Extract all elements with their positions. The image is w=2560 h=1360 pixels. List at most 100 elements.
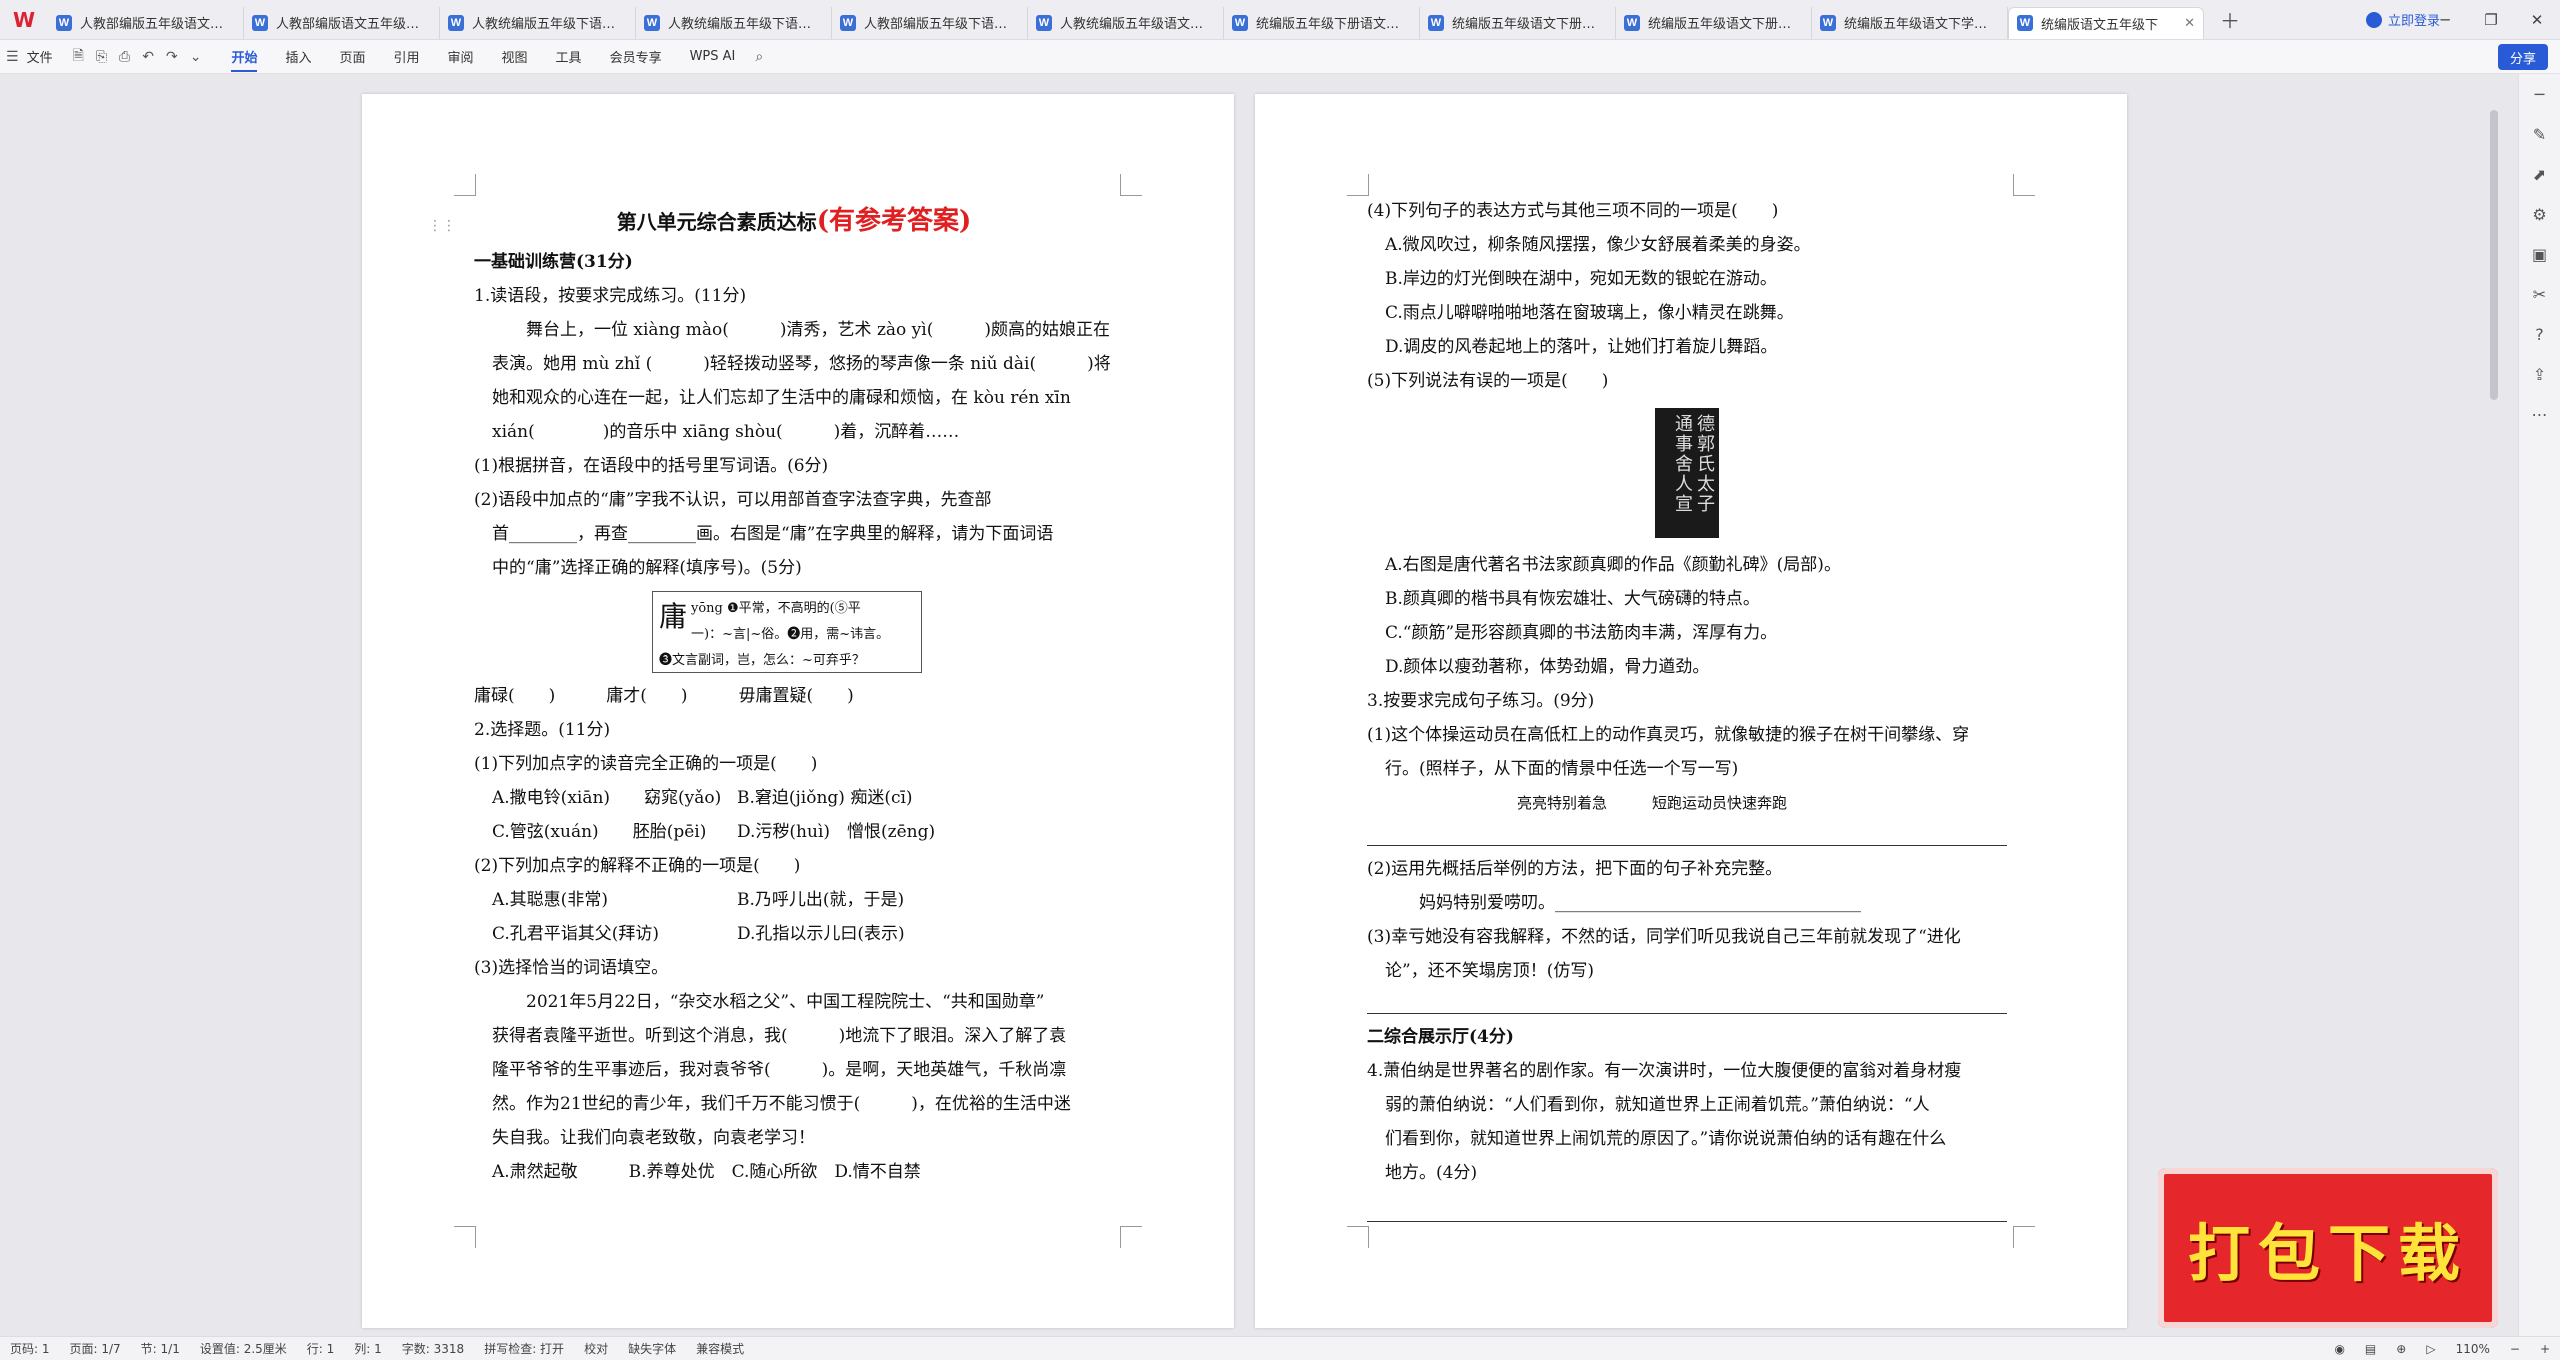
question: (1)这个体操运动员在高低杠上的动作真灵巧，就像敏捷的猴子在树干间攀缘、穿	[1367, 725, 1970, 745]
page-1-content: 第八单元综合素质达标(有参考答案) 一基础训练营(31分) 1.读语段，按要求完…	[474, 202, 1114, 1189]
document-tab[interactable]: W 人教统编版五年级下语文第八	[440, 6, 636, 39]
word-doc-icon: W	[252, 14, 268, 31]
word-doc-icon: W	[2017, 15, 2033, 31]
menu-tab[interactable]: 开始	[231, 47, 258, 72]
section-heading: 一基础训练营(31分)	[474, 252, 633, 272]
document-tab[interactable]: W 统编版语文五年级下 ✕	[2008, 6, 2204, 39]
wps-logo-icon[interactable]: W	[0, 0, 48, 40]
view-icon[interactable]: ◉	[2334, 1342, 2344, 1356]
document-tab[interactable]: W 人教部编版五年级语文下册第	[48, 6, 244, 39]
document-tab[interactable]: W 人教部编版语文五年级下册第	[244, 6, 440, 39]
minimize-icon[interactable]: ─	[2422, 11, 2468, 29]
pen-icon[interactable]: ✎	[2519, 114, 2560, 154]
question: (2)运用先概括后举例的方法，把下面的句子补充完整。	[1367, 859, 1783, 879]
image-icon[interactable]: ▣	[2519, 234, 2560, 274]
document-page-1[interactable]: 第八单元综合素质达标(有参考答案) 一基础训练营(31分) 1.读语段，按要求完…	[362, 94, 1234, 1328]
save-icon[interactable]: 🗎	[73, 45, 84, 69]
maximize-icon[interactable]: ❐	[2468, 11, 2514, 29]
collapse-icon[interactable]: ─	[2519, 74, 2560, 114]
select-icon[interactable]: ⬈	[2519, 154, 2560, 194]
word-doc-icon: W	[1820, 14, 1836, 31]
avatar-icon	[2365, 11, 2382, 28]
new-tab-icon[interactable]: ＋	[2220, 5, 2240, 34]
question: 中的“庸”选择正确的解释(填序号)。(5分)	[492, 558, 802, 578]
paragraph-line: 失自我。让我们向袁老致敬，向袁老学习！	[492, 1128, 815, 1148]
answer-line[interactable]	[1367, 1196, 2007, 1222]
print-icon[interactable]: ⎙	[119, 49, 130, 65]
download-badge[interactable]: 打包下载	[2158, 1168, 2498, 1328]
question: (2)语段中加点的“庸”字我不认识，可以用部首查字法查字典，先查部	[474, 490, 992, 510]
paragraph-line: 舞台上，一位 xiàng mào( )清秀，艺术 zào yì( )颇高的姑娘正…	[526, 320, 1110, 340]
undo-icon[interactable]: ↶	[142, 49, 154, 65]
paragraph-line: 表演。她用 mù zhǐ ( )轻轻拨动竖琴，悠扬的琴声像一条 niǔ dài(…	[492, 354, 1111, 374]
section-heading: 二综合展示厅(4分)	[1367, 1027, 1514, 1047]
question: (2)下列加点字的解释不正确的一项是( )	[474, 856, 801, 876]
menu-tab[interactable]: 会员专享	[610, 47, 662, 66]
document-tab[interactable]: W 人教部编版五年级下语文第八	[832, 6, 1028, 39]
word-doc-icon: W	[644, 14, 660, 31]
menu-tab[interactable]: 引用	[394, 47, 420, 66]
zoom-out-icon[interactable]: −	[2510, 1342, 2520, 1356]
document-tab[interactable]: W 统编版五年级下册语文第八单	[1224, 6, 1420, 39]
paragraph-line: 然。作为21世纪的青少年，我们千万不能习惯于( )，在优裕的生活中迷	[492, 1094, 1071, 1114]
question: 1.读语段，按要求完成练习。(11分)	[474, 286, 747, 306]
page-2-content: (4)下列句子的表达方式与其他三项不同的一项是( ) A.微风吹过，柳条随风摆摆…	[1367, 194, 2007, 1228]
word-doc-icon: W	[1428, 14, 1444, 31]
zoom-in-icon[interactable]: +	[2540, 1342, 2550, 1356]
question: (5)下列说法有误的一项是( )	[1367, 371, 1609, 391]
status-bar: 页码: 1 页面: 1/7 节: 1/1 设置值: 2.5厘米 行: 1 列: …	[0, 1336, 2560, 1360]
close-tab-icon[interactable]: ✕	[2178, 16, 2195, 31]
right-sidebar: ─ ✎ ⬈ ⚙ ▣ ✂ ? ⇪ ⋯	[2518, 74, 2560, 1336]
word-doc-icon: W	[840, 14, 856, 31]
question: (1)根据拼音，在语段中的括号里写词语。(6分)	[474, 456, 829, 476]
question: 首________，再查________画。右图是“庸”在字典里的解释，请为下面…	[492, 524, 1054, 544]
question: (3)选择恰当的词语填空。	[474, 958, 669, 978]
paragraph-line: 2021年5月22日，“杂交水稻之父”、中国工程院院士、“共和国勋章”	[526, 992, 1045, 1012]
word-doc-icon: W	[448, 14, 464, 31]
close-icon[interactable]: ✕	[2514, 11, 2560, 29]
answer-line[interactable]	[1367, 988, 2007, 1014]
ribbon-menu: ☰ 文件 🗎 ⎘ ⎙ ↶ ↷ ⌄ 开始 插入 页面 引用 审阅 视图 工具 会员专享 WPS …	[0, 40, 2560, 74]
document-tab[interactable]: W 人教统编版五年级语文下册	[1028, 6, 1224, 39]
share-icon[interactable]: ⇪	[2519, 354, 2560, 394]
document-tab[interactable]: W 统编版五年级语文下册第八单	[1616, 6, 1812, 39]
document-tab[interactable]: W 统编版五年级语文下册第八单	[1420, 6, 1616, 39]
doc-title: 第八单元综合素质达标(有参考答案)	[616, 206, 972, 236]
page-view-icon[interactable]: ▤	[2365, 1342, 2376, 1356]
redo-icon[interactable]: ↷	[166, 49, 178, 65]
menu-tab[interactable]: 工具	[556, 47, 582, 66]
file-menu[interactable]: 文件	[27, 47, 53, 66]
search-icon[interactable]: ⌕	[755, 49, 763, 65]
menu-tab[interactable]: 视图	[502, 47, 528, 66]
export-icon[interactable]: ⎘	[96, 49, 107, 65]
zoom-level[interactable]: 110%	[2456, 1342, 2490, 1356]
help-icon[interactable]: ?	[2519, 314, 2560, 354]
question: (4)下列句子的表达方式与其他三项不同的一项是( )	[1367, 201, 1779, 221]
document-page-2[interactable]: (4)下列句子的表达方式与其他三项不同的一项是( ) A.微风吹过，柳条随风摆摆…	[1255, 94, 2127, 1328]
answer-line[interactable]	[1367, 820, 2007, 846]
question: (1)下列加点字的读音完全正确的一项是( )	[474, 754, 818, 774]
more-icon[interactable]: ⋯	[2519, 394, 2560, 434]
document-tab[interactable]: W 统编版五年级语文下学期第八	[1812, 6, 2008, 39]
paragraph-line: 隆平爷爷的生平事迹后，我对袁爷爷( )。是啊，天地英雄气，千秋尚凛	[492, 1060, 1067, 1080]
menu-tab[interactable]: 审阅	[448, 47, 474, 66]
settings-icon[interactable]: ⚙	[2519, 194, 2560, 234]
wps-ai-button[interactable]: WPS AI	[690, 49, 736, 64]
menu-tab[interactable]: 页面	[339, 47, 365, 66]
calligraphy-image: 德郭氏太子通事舍人宣	[1655, 408, 1719, 538]
chevron-down-icon[interactable]: ⌄	[190, 49, 202, 65]
paragraph-line: xián( )的音乐中 xiāng shòu( )着，沉醉着……	[492, 422, 960, 442]
menu-icon[interactable]: ☰	[6, 49, 19, 65]
tools-icon[interactable]: ✂	[2519, 274, 2560, 314]
web-view-icon[interactable]: ⊕	[2396, 1342, 2406, 1356]
menu-tab[interactable]: 插入	[285, 47, 311, 66]
document-tab[interactable]: W 人教统编版五年级下语文第八	[636, 6, 832, 39]
drag-handle-icon[interactable]: ⋮⋮	[428, 218, 456, 234]
question: 4.萧伯纳是世界著名的剧作家。有一次演讲时，一位大腹便便的富翁对着身材瘦	[1367, 1061, 1962, 1081]
options: A.肃然起敬 B.养尊处优 C.随心所欲 D.情不自禁	[492, 1162, 921, 1182]
play-icon[interactable]: ▷	[2426, 1342, 2435, 1356]
share-button[interactable]: 分享	[2497, 44, 2548, 70]
word-doc-icon: W	[56, 14, 72, 31]
word-doc-icon: W	[1624, 14, 1640, 31]
vertical-scrollbar[interactable]	[2490, 110, 2498, 400]
